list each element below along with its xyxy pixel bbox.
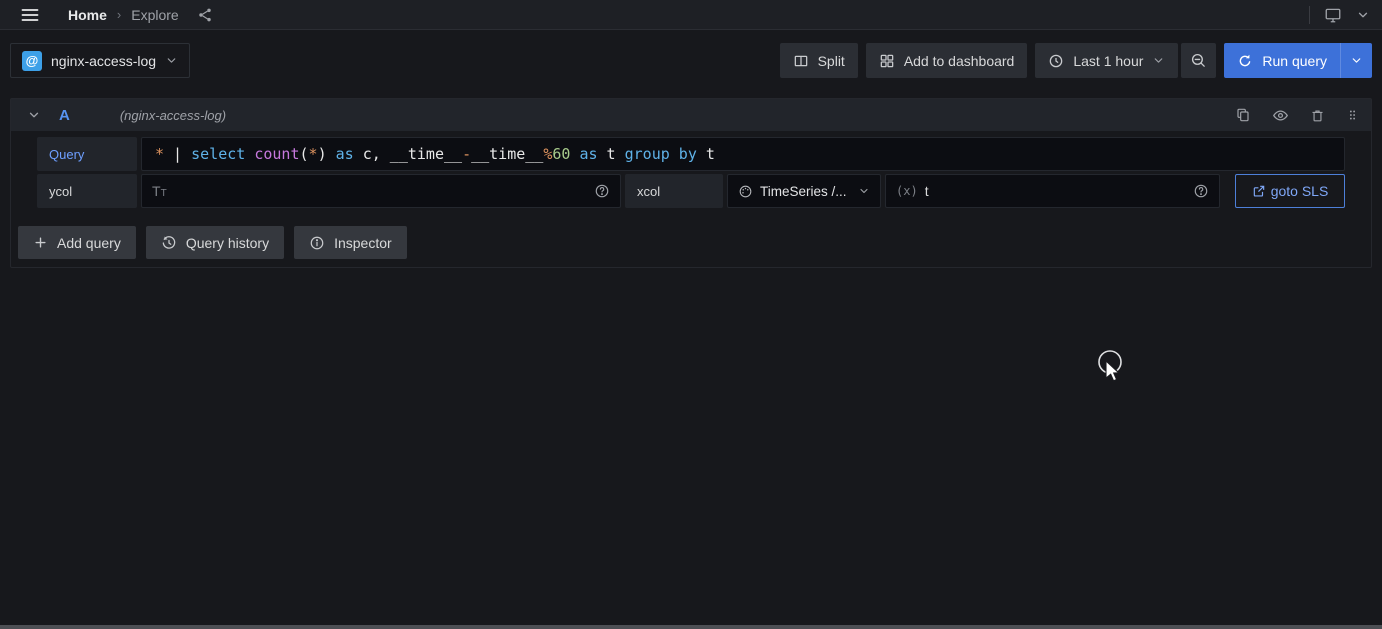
- query-editor-rows: Query * | select count(*) as c, __time__…: [11, 131, 1371, 208]
- series-type-dropdown[interactable]: TimeSeries /...: [727, 174, 881, 208]
- query-actions: Add query Query history Inspector: [18, 226, 1371, 259]
- split-label: Split: [818, 53, 845, 69]
- query-ref-id[interactable]: A: [59, 107, 70, 124]
- sync-icon: [1237, 53, 1253, 69]
- breadcrumb-explore: Explore: [131, 7, 178, 23]
- goto-sls-label: goto SLS: [1271, 183, 1329, 199]
- ycol-input[interactable]: TT: [141, 174, 621, 208]
- run-query-button[interactable]: Run query: [1224, 43, 1372, 78]
- text-type-icon: TT: [152, 183, 167, 199]
- delete-query-trash-icon[interactable]: [1310, 108, 1325, 123]
- zoom-out-time-button[interactable]: [1181, 43, 1216, 78]
- history-icon: [161, 235, 177, 251]
- inspector-button[interactable]: Inspector: [294, 226, 407, 259]
- variable-icon: (x): [896, 184, 918, 198]
- sls-datasource-icon: @: [22, 51, 42, 71]
- breadcrumb-home[interactable]: Home: [68, 7, 107, 23]
- zoom-out-icon: [1190, 52, 1207, 69]
- ycol-field-label: ycol: [37, 174, 137, 208]
- time-range-label: Last 1 hour: [1073, 53, 1143, 69]
- xcol-input[interactable]: (x) t: [885, 174, 1220, 208]
- query-field-label: Query: [37, 137, 137, 171]
- query-editor-panel: A (nginx-access-log) Query * | select co…: [10, 98, 1372, 268]
- toolbar-right-actions: Split Add to dashboard Last 1 hour: [780, 43, 1372, 78]
- help-circle-icon[interactable]: [1193, 183, 1209, 199]
- collapse-chevron-icon[interactable]: [23, 108, 45, 122]
- disable-query-eye-icon[interactable]: [1272, 107, 1289, 124]
- topnav-right-controls: [1309, 6, 1370, 24]
- chevron-down-icon[interactable]: [1356, 8, 1370, 22]
- drag-handle-icon[interactable]: [1346, 107, 1359, 123]
- duplicate-query-icon[interactable]: [1235, 107, 1251, 123]
- palette-icon: [738, 184, 753, 199]
- add-query-button[interactable]: Add query: [18, 226, 136, 259]
- explore-toolbar: @ nginx-access-log Split Add to dashboar…: [0, 43, 1382, 78]
- add-query-label: Add query: [57, 235, 121, 251]
- split-icon: [793, 53, 809, 69]
- info-circle-icon: [309, 235, 325, 251]
- query-row: Query * | select count(*) as c, __time__…: [37, 137, 1345, 171]
- plus-icon: [33, 235, 48, 250]
- time-range-picker[interactable]: Last 1 hour: [1035, 43, 1178, 78]
- run-query-label: Run query: [1262, 53, 1327, 69]
- top-navigation-bar: Home › Explore: [0, 0, 1382, 30]
- query-text[interactable]: * | select count(*) as c, __time__-__tim…: [155, 145, 715, 163]
- datasource-picker[interactable]: @ nginx-access-log: [10, 43, 190, 78]
- external-link-icon: [1252, 184, 1266, 198]
- apps-icon: [879, 53, 895, 69]
- query-history-label: Query history: [186, 235, 269, 251]
- chevron-down-icon: [1152, 54, 1165, 67]
- help-circle-icon[interactable]: [594, 183, 610, 199]
- query-row-header: A (nginx-access-log): [11, 99, 1371, 131]
- add-to-dashboard-button[interactable]: Add to dashboard: [866, 43, 1028, 78]
- inspector-label: Inspector: [334, 235, 392, 251]
- xcol-value[interactable]: t: [925, 183, 1186, 199]
- xcol-field-label: xcol: [625, 174, 723, 208]
- breadcrumb-separator: ›: [117, 7, 121, 22]
- share-icon[interactable]: [197, 7, 213, 23]
- menu-icon[interactable]: [12, 5, 48, 25]
- run-query-dropdown[interactable]: [1341, 43, 1372, 78]
- topnav-divider: [1309, 6, 1310, 24]
- series-type-value: TimeSeries /...: [760, 184, 847, 199]
- datasource-name: nginx-access-log: [51, 53, 156, 69]
- goto-sls-button[interactable]: goto SLS: [1235, 174, 1345, 208]
- mouse-cursor: [1095, 349, 1135, 395]
- query-history-button[interactable]: Query history: [146, 226, 284, 259]
- clock-icon: [1048, 53, 1064, 69]
- breadcrumb: Home › Explore: [68, 7, 213, 23]
- query-input[interactable]: * | select count(*) as c, __time__-__tim…: [141, 137, 1345, 171]
- monitor-icon[interactable]: [1324, 6, 1342, 24]
- chevron-down-icon: [165, 54, 178, 67]
- bottom-edge-strip: [0, 625, 1382, 629]
- chevron-down-icon: [858, 185, 870, 197]
- split-button[interactable]: Split: [780, 43, 858, 78]
- query-header-actions: [1235, 107, 1359, 124]
- run-query-main[interactable]: Run query: [1224, 53, 1340, 69]
- add-to-dashboard-label: Add to dashboard: [904, 53, 1015, 69]
- query-datasource-hint: (nginx-access-log): [120, 108, 226, 123]
- column-config-row: ycol TT xcol TimeSeries /... (x): [37, 174, 1345, 208]
- time-picker-group: Last 1 hour: [1035, 43, 1216, 78]
